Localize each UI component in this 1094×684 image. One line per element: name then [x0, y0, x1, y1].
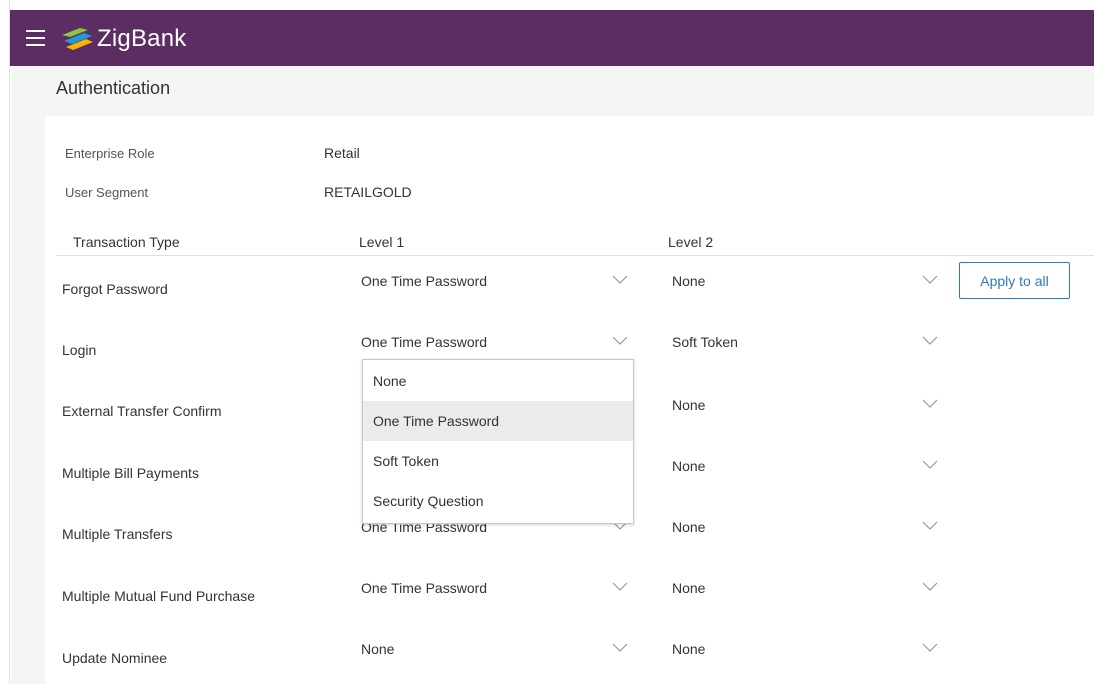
app-logo[interactable]: ZigBank	[60, 25, 186, 53]
dropdown-option-none[interactable]: None	[363, 361, 633, 401]
dropdown-option-one-time-password[interactable]: One Time Password	[363, 401, 633, 441]
row-label-login: Login	[62, 342, 97, 358]
select-value: None	[672, 397, 706, 413]
chevron-down-icon	[612, 643, 628, 652]
row-label-multiple-mutual-fund-purchase: Multiple Mutual Fund Purchase	[62, 588, 255, 604]
level-2-select-multiple-mutual-fund-purchase[interactable]: None	[672, 580, 947, 610]
row-label-forgot-password: Forgot Password	[62, 281, 168, 297]
user-segment-label: User Segment	[65, 185, 149, 200]
chevron-down-icon	[922, 521, 938, 530]
chevron-down-icon	[922, 460, 938, 469]
select-value: None	[361, 641, 395, 657]
dropdown-option-soft-token[interactable]: Soft Token	[363, 441, 633, 481]
row-label-multiple-bill-payments: Multiple Bill Payments	[62, 465, 199, 481]
level-1-select-update-nominee[interactable]: None	[361, 641, 636, 671]
header-divider	[56, 255, 1094, 256]
select-value: None	[672, 519, 706, 535]
row-label-update-nominee: Update Nominee	[62, 650, 168, 666]
level-1-dropdown-menu: None One Time Password Soft Token Securi…	[362, 359, 634, 524]
column-header-level-2: Level 2	[668, 234, 714, 250]
level-2-select-multiple-transfers[interactable]: None	[672, 519, 947, 549]
hamburger-icon[interactable]	[26, 30, 45, 47]
row-label-external-transfer-confirm: External Transfer Confirm	[62, 403, 222, 419]
column-header-level-1: Level 1	[359, 234, 405, 250]
apply-to-all-button[interactable]: Apply to all	[959, 262, 1070, 299]
select-value: Soft Token	[672, 334, 738, 350]
level-2-select-update-nominee[interactable]: None	[672, 641, 947, 671]
chevron-down-icon	[922, 336, 938, 345]
chevron-down-icon	[612, 336, 628, 345]
enterprise-role-label: Enterprise Role	[65, 146, 155, 161]
level-1-select-forgot-password[interactable]: One Time Password	[361, 273, 636, 303]
level-2-select-login[interactable]: Soft Token	[672, 334, 947, 364]
select-value: One Time Password	[361, 580, 488, 596]
select-value: None	[672, 641, 706, 657]
chevron-down-icon	[612, 582, 628, 591]
app-name: ZigBank	[97, 25, 187, 52]
select-value: One Time Password	[361, 273, 488, 289]
level-2-select-multiple-bill-payments[interactable]: None	[672, 458, 947, 488]
select-value: None	[672, 273, 706, 289]
chevron-down-icon	[922, 399, 938, 408]
row-label-multiple-transfers: Multiple Transfers	[62, 526, 173, 542]
select-value: None	[672, 458, 706, 474]
level-2-select-forgot-password[interactable]: None	[672, 273, 947, 303]
dropdown-option-security-question[interactable]: Security Question	[363, 481, 633, 521]
chevron-down-icon	[612, 275, 628, 284]
app-header: ZigBank	[10, 10, 1094, 66]
chevron-down-icon	[922, 582, 938, 591]
enterprise-role-value: Retail	[324, 145, 360, 161]
select-value: None	[672, 580, 706, 596]
page-left-gap	[0, 0, 10, 684]
level-2-select-external-transfer-confirm[interactable]: None	[672, 397, 947, 427]
chevron-down-icon	[922, 275, 938, 284]
chevron-down-icon	[922, 643, 938, 652]
page-top-gap	[0, 0, 1094, 10]
select-value: One Time Password	[361, 334, 488, 350]
user-segment-value: RETAILGOLD	[324, 184, 412, 200]
page-title: Authentication	[56, 78, 171, 98]
zigbank-logo-icon	[62, 28, 93, 50]
column-header-transaction-type: Transaction Type	[73, 234, 180, 250]
page-header: Authentication	[11, 66, 1094, 110]
level-1-select-multiple-mutual-fund-purchase[interactable]: One Time Password	[361, 580, 636, 610]
